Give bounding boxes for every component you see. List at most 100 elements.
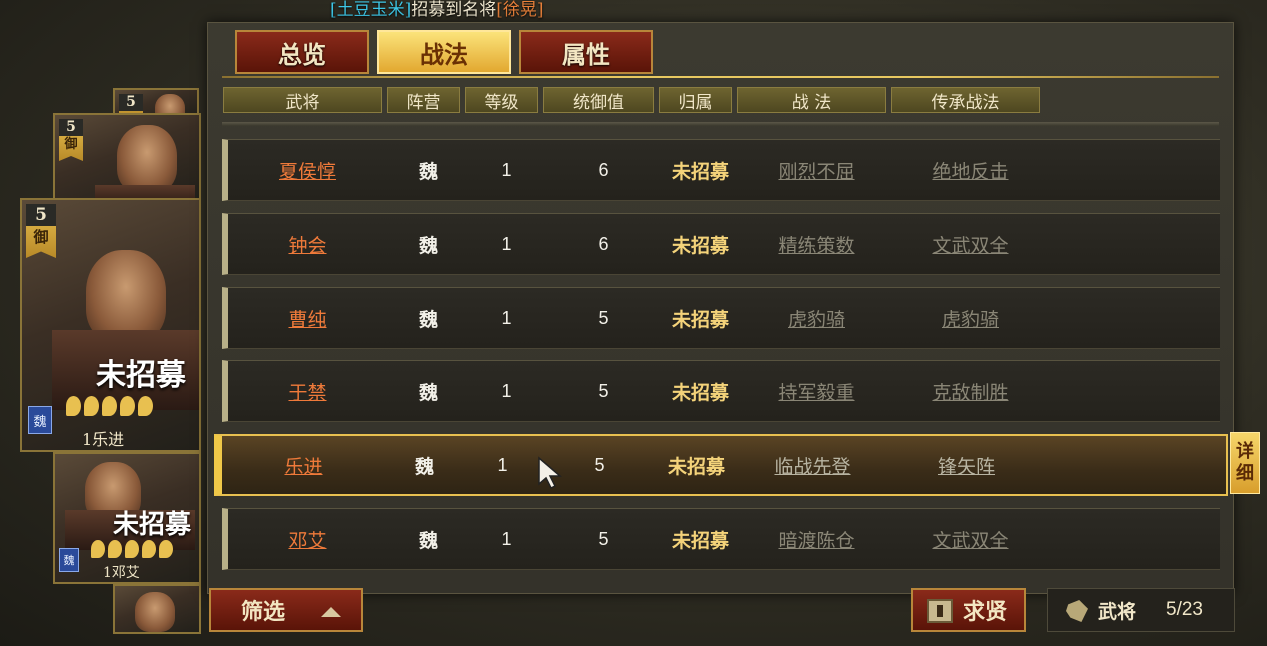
star-icon <box>125 540 139 558</box>
tactic-link[interactable]: 精练策数 <box>742 214 891 274</box>
header-owner[interactable]: 归属 <box>659 87 732 113</box>
star-icon <box>102 396 117 416</box>
general-count: 武将 5/23 <box>1047 588 1235 632</box>
star-icon <box>138 396 153 416</box>
star-icon <box>66 396 81 416</box>
header-general[interactable]: 武将 <box>223 87 382 113</box>
header-command[interactable]: 统御值 <box>543 87 654 113</box>
general-row[interactable]: 曹纯魏 1 5 未招募 虎豹骑 虎豹骑 <box>222 287 1220 349</box>
portrait <box>135 592 175 632</box>
owner-cell: 未招募 <box>671 381 729 404</box>
general-card-bottom[interactable] <box>113 584 201 634</box>
header-inherit-tactic[interactable]: 传承战法 <box>891 87 1040 113</box>
tab-bar: 总览 战法 属性 <box>235 30 653 74</box>
tactic-link[interactable]: 临战先登 <box>738 436 887 494</box>
command-cell: 6 <box>598 159 609 180</box>
inherit-tactic-link[interactable]: 绝地反击 <box>896 140 1045 200</box>
inherit-tactic-link[interactable]: 锋矢阵 <box>892 436 1041 494</box>
inherit-tactic-link[interactable]: 文武双全 <box>896 214 1045 274</box>
level-cell: 1 <box>501 307 512 328</box>
general-name-link[interactable]: 于禁 <box>228 361 387 421</box>
general-row[interactable]: 邓艾 魏 1 5 未招募 暗渡陈仓 文武双全 <box>222 508 1220 570</box>
general-row[interactable]: 于禁 魏 1 5 未招募 持军毅重 克敌制胜 <box>222 360 1220 422</box>
camp-cell: 魏 <box>418 381 438 404</box>
header-tactic[interactable]: 战 法 <box>737 87 886 113</box>
owner-cell: 未招募 <box>671 234 729 257</box>
owner-cell: 未招募 <box>671 308 729 331</box>
general-name-link[interactable]: 邓艾 <box>228 509 387 569</box>
camp-cell: 魏 <box>418 529 438 552</box>
tactic-link[interactable]: 持军毅重 <box>742 361 891 421</box>
card-name: 1乐进 <box>82 430 125 449</box>
owner-cell: 未招募 <box>671 160 729 183</box>
general-count-label: 武将 <box>1098 600 1137 623</box>
inherit-tactic-link[interactable]: 克敌制胜 <box>896 361 1045 421</box>
tab-tactics[interactable]: 战法 <box>377 30 511 74</box>
general-row[interactable]: 乐进魏 1 5 未招募 临战先登 锋矢阵 <box>214 434 1228 496</box>
cost-badge: 5御 <box>59 119 83 161</box>
camp-cell: 魏 <box>418 308 438 331</box>
general-list-panel: 总览 战法 属性 武将 阵营 等级 统御值 归属 战 法 传承战法 夏侯惇魏 1 6… <box>207 22 1234 594</box>
portrait <box>86 250 166 342</box>
general-name-link[interactable]: 曹纯 <box>228 288 387 348</box>
level-cell: 1 <box>501 528 512 549</box>
seek-label: 求贤 <box>963 599 1008 625</box>
command-cell: 5 <box>598 307 609 328</box>
camp-tag: 魏 <box>28 406 52 434</box>
detail-button[interactable]: 详 细 <box>1230 432 1260 494</box>
general-row[interactable]: 夏侯惇 魏 1 6 未招募 刚烈不屈 绝地反击 <box>222 139 1220 201</box>
level-cell: 1 <box>501 233 512 254</box>
card-name: 1邓艾 <box>103 565 140 581</box>
camp-tag: 魏 <box>59 548 79 572</box>
filter-button[interactable]: 筛选 <box>209 588 363 632</box>
general-icon <box>1066 600 1088 622</box>
general-card-2[interactable]: 5御 未招募 魏 1乐进 <box>20 198 201 452</box>
star-rating <box>91 540 173 558</box>
header-level[interactable]: 等级 <box>465 87 538 113</box>
star-icon <box>108 540 122 558</box>
detail-label-1: 详 <box>1236 441 1254 462</box>
header-camp[interactable]: 阵营 <box>387 87 460 113</box>
general-count-value: 5/23 <box>1166 599 1203 620</box>
tab-overview[interactable]: 总览 <box>235 30 369 74</box>
level-cell: 1 <box>497 454 508 475</box>
detail-label-2: 细 <box>1236 463 1254 484</box>
general-name-link[interactable]: 夏侯惇 <box>228 140 387 200</box>
portrait <box>117 125 177 193</box>
level-cell: 1 <box>501 159 512 180</box>
card-status: 未招募 <box>113 510 192 540</box>
tab-divider <box>222 76 1219 78</box>
card-status: 未招募 <box>96 358 186 393</box>
general-name-link[interactable]: 钟会 <box>228 214 387 274</box>
general-card-1[interactable]: 5御 <box>53 113 201 201</box>
tactic-link[interactable]: 刚烈不屈 <box>742 140 891 200</box>
star-icon <box>159 540 173 558</box>
star-icon <box>84 396 99 416</box>
seek-talent-button[interactable]: 求贤 <box>911 588 1026 632</box>
owner-cell: 未招募 <box>671 529 729 552</box>
banner-player: [土豆玉米] <box>330 0 412 20</box>
tactic-link[interactable]: 虎豹骑 <box>742 288 891 348</box>
general-card-3[interactable]: 未招募 魏 1邓艾 <box>53 452 201 584</box>
tactic-link[interactable]: 暗渡陈仓 <box>742 509 891 569</box>
camp-cell: 魏 <box>418 160 438 183</box>
triangle-up-icon <box>321 607 341 617</box>
camp-cell: 魏 <box>414 455 434 478</box>
star-rating <box>66 396 153 416</box>
general-row[interactable]: 钟会 魏 1 6 未招募 精练策数 文武双全 <box>222 213 1220 275</box>
recruit-banner: [土豆玉米]招募到名将[徐晃] <box>330 0 544 20</box>
camp-cell: 魏 <box>418 234 438 257</box>
filter-label: 筛选 <box>241 599 286 625</box>
inherit-tactic-link[interactable]: 虎豹骑 <box>896 288 1045 348</box>
gate-icon <box>927 599 953 623</box>
general-name-link[interactable]: 乐进 <box>224 436 383 494</box>
star-icon <box>142 540 156 558</box>
tab-attributes[interactable]: 属性 <box>519 30 653 74</box>
inherit-tactic-link[interactable]: 文武双全 <box>896 509 1045 569</box>
command-cell: 6 <box>598 233 609 254</box>
command-cell: 5 <box>598 380 609 401</box>
banner-general: [徐晃] <box>496 0 544 20</box>
banner-message: 招募到名将 <box>411 0 497 20</box>
owner-cell: 未招募 <box>667 455 725 478</box>
cost-badge: 5御 <box>26 204 56 258</box>
